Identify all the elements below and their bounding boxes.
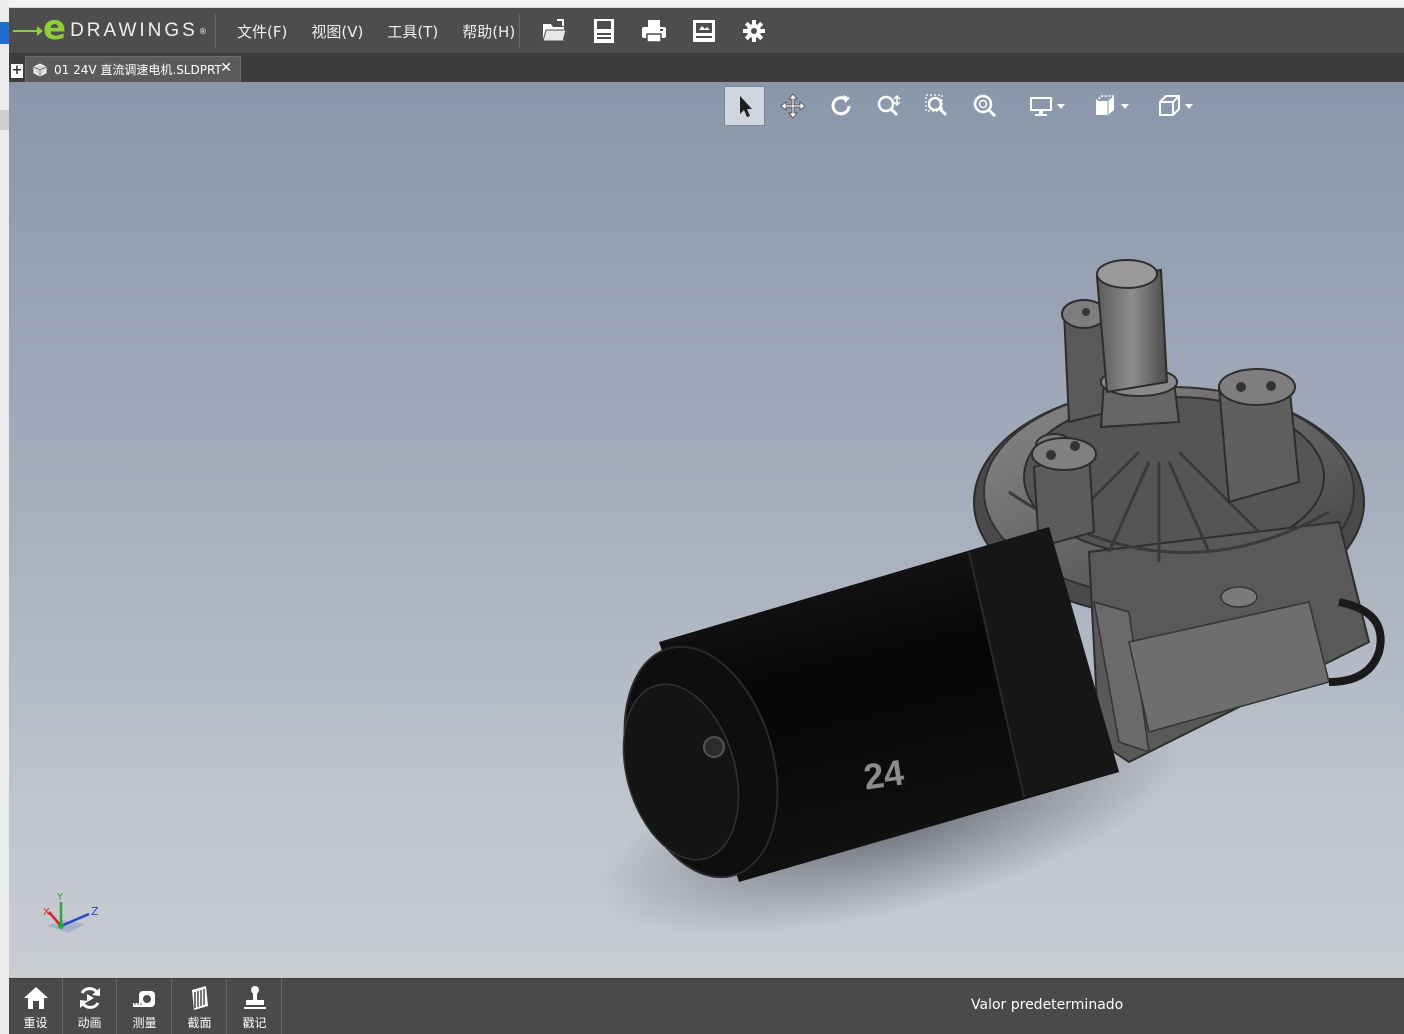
open-button[interactable] xyxy=(529,8,579,54)
part-file-icon xyxy=(33,62,47,77)
publish-icon xyxy=(693,20,715,42)
main-toolbar xyxy=(529,8,779,54)
animate-label: 动画 xyxy=(77,1016,102,1030)
settings-gear-icon xyxy=(743,20,765,42)
animate-icon xyxy=(79,987,100,1009)
display-style-icon xyxy=(1095,95,1114,115)
stamp-label: 戳记 xyxy=(242,1016,267,1030)
triad-z-label: Z xyxy=(91,905,99,918)
status-text: Valor predeterminado xyxy=(971,997,1124,1013)
zoom-to-area-button[interactable] xyxy=(913,86,961,126)
pan-icon xyxy=(780,93,806,119)
document-tab[interactable]: 01 24V 直流调速电机.SLDPRT ✕ xyxy=(25,56,241,82)
add-tab-button[interactable]: + xyxy=(11,64,23,78)
edrawings-logo: e DRAWINGS ® xyxy=(13,8,213,50)
animate-button[interactable]: 动画 xyxy=(63,979,117,1034)
chevron-down-icon xyxy=(1057,104,1065,109)
menu-file[interactable]: 文件(F) xyxy=(237,21,287,42)
desktop-edge-strip xyxy=(0,0,9,1034)
3d-viewport[interactable]: 24 Y Z X xyxy=(9,82,1404,978)
print-icon xyxy=(642,20,666,43)
motor-model[interactable]: 24 xyxy=(9,82,1404,978)
stamp-button[interactable]: 戳记 xyxy=(228,979,282,1034)
zoom-button[interactable] xyxy=(865,86,913,126)
reset-label: 重设 xyxy=(23,1016,48,1030)
view-orientation-icon xyxy=(1159,95,1180,116)
save-icon xyxy=(594,19,614,43)
view-toolbar xyxy=(724,86,1201,126)
menu-view[interactable]: 视图(V) xyxy=(311,21,363,42)
triad-x-label: X xyxy=(43,907,50,918)
measure-tape-icon xyxy=(132,991,155,1007)
divider xyxy=(215,14,216,48)
measure-button[interactable]: 测量 xyxy=(118,979,172,1034)
triad-y-label: Y xyxy=(56,892,64,903)
desktop-edge-highlight xyxy=(0,22,9,44)
close-tab-button[interactable]: ✕ xyxy=(220,60,232,76)
logo-mark: e xyxy=(43,8,67,48)
view-orientation-button[interactable] xyxy=(1137,86,1201,126)
publish-button[interactable] xyxy=(679,8,729,54)
print-button[interactable] xyxy=(629,8,679,54)
chevron-down-icon xyxy=(1185,104,1193,109)
measure-label: 测量 xyxy=(132,1016,157,1030)
select-arrow-icon xyxy=(739,96,752,117)
zoom-to-fit-icon xyxy=(973,94,997,118)
section-icon xyxy=(191,986,208,1010)
document-tab-bar: + 01 24V 直流调速电机.SLDPRT ✕ xyxy=(9,54,1404,82)
document-tab-title: 01 24V 直流调速电机.SLDPRT xyxy=(54,63,222,77)
title-bar: e DRAWINGS ® 文件(F) 视图(V) 工具(T) 帮助(H) xyxy=(9,8,1404,54)
rotate-icon xyxy=(831,95,851,116)
logo-text: DRAWINGS xyxy=(70,20,198,41)
divider xyxy=(519,14,520,48)
menu-tools[interactable]: 工具(T) xyxy=(387,21,438,42)
stamp-icon xyxy=(243,986,266,1009)
chevron-down-icon xyxy=(1121,104,1129,109)
open-folder-icon xyxy=(542,19,567,42)
background-window-edge xyxy=(9,0,1404,8)
settings-button[interactable] xyxy=(729,8,779,54)
display-monitor-icon xyxy=(1030,97,1052,116)
output-shaft xyxy=(1095,259,1181,429)
pan-button[interactable] xyxy=(769,86,817,126)
save-button[interactable] xyxy=(579,8,629,54)
menu-help[interactable]: 帮助(H) xyxy=(462,21,515,42)
display-style-button[interactable] xyxy=(1073,86,1137,126)
motor-voltage-label: 24 xyxy=(861,751,906,797)
zoom-icon xyxy=(877,94,901,117)
zoom-to-fit-button[interactable] xyxy=(961,86,1009,126)
bottom-command-bar: 重设 动画 测量 截面 戳记 Valor predeterminado xyxy=(9,978,1404,1034)
edrawings-window: e DRAWINGS ® 文件(F) 视图(V) 工具(T) 帮助(H) + 0… xyxy=(9,8,1404,1034)
zoom-to-area-icon xyxy=(925,94,948,117)
logo-arrow-icon xyxy=(13,26,43,36)
desktop-edge-block xyxy=(0,110,9,130)
select-button[interactable] xyxy=(724,86,765,126)
reset-button[interactable]: 重设 xyxy=(9,979,63,1034)
logo-registered-mark: ® xyxy=(198,26,207,36)
coordinate-triad: Y Z X xyxy=(43,892,99,933)
section-button[interactable]: 截面 xyxy=(173,979,227,1034)
display-button[interactable] xyxy=(1009,86,1073,126)
rotate-button[interactable] xyxy=(817,86,865,126)
home-icon xyxy=(23,987,48,1009)
section-label: 截面 xyxy=(187,1016,212,1030)
menu-bar: 文件(F) 视图(V) 工具(T) 帮助(H) xyxy=(225,8,527,54)
